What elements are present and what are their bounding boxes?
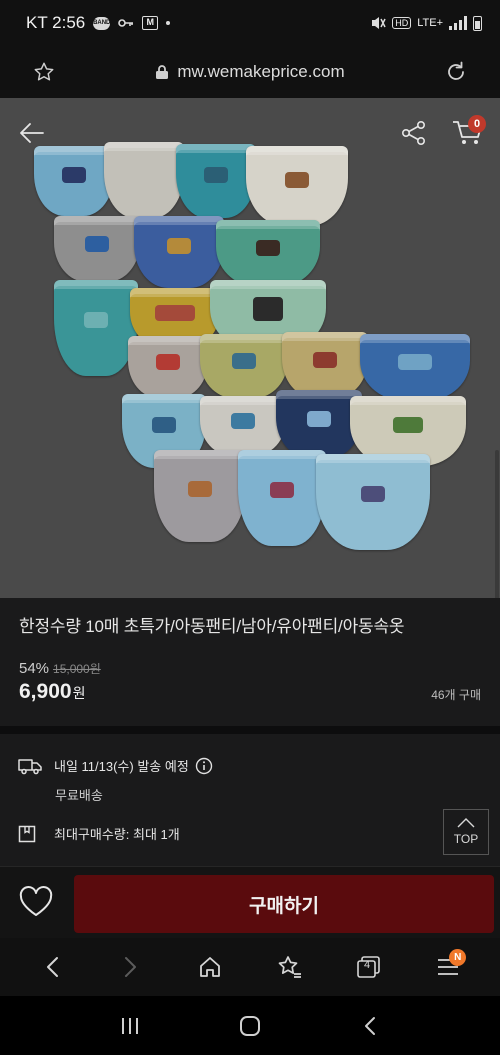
- reload-icon[interactable]: [442, 58, 470, 86]
- bookmark-star-icon[interactable]: [30, 58, 58, 86]
- scrollbar[interactable]: [495, 450, 499, 598]
- product-photo: [0, 98, 500, 598]
- purchase-bar: 구매하기: [0, 866, 500, 938]
- product-image[interactable]: 0: [0, 98, 500, 598]
- hd-voice-icon: HD: [392, 17, 412, 29]
- band-icon: BAND: [93, 16, 110, 30]
- browser-back-icon[interactable]: [32, 947, 72, 987]
- price-unit: 원: [72, 685, 86, 701]
- home-icon[interactable]: [190, 947, 230, 987]
- ship-date-text: 내일 11/13(수) 발송 예정: [54, 759, 189, 774]
- signal-icon: [449, 16, 467, 30]
- product-info: 한정수량 10매 초특가/아동팬티/남아/유아팬티/아동속옷 54% 15,000…: [0, 598, 500, 726]
- back-arrow-icon[interactable]: [18, 119, 46, 147]
- scroll-top-button[interactable]: TOP: [443, 809, 489, 855]
- browser-url-bar: mw.wemakeprice.com: [0, 46, 500, 98]
- original-price: 15,000원: [53, 662, 101, 676]
- address-field[interactable]: mw.wemakeprice.com: [58, 62, 442, 82]
- home-button-icon[interactable]: [230, 1006, 270, 1046]
- battery-icon: [473, 15, 482, 31]
- browser-forward-icon[interactable]: [111, 947, 151, 987]
- max-qty-text: 최대구매수량: 최대 1개: [54, 827, 180, 842]
- key-icon: [118, 19, 134, 27]
- system-back-icon[interactable]: [350, 1006, 390, 1046]
- max-qty-row: 최대구매수량: 최대 1개: [18, 824, 180, 843]
- wishlist-heart-icon[interactable]: [18, 886, 54, 920]
- sold-count: 46개 구매: [431, 688, 481, 702]
- browser-toolbar: 4 N: [0, 938, 500, 996]
- sale-price: 6,900원: [19, 680, 85, 704]
- more-notifications-icon: [166, 21, 171, 25]
- box-icon: [18, 825, 36, 842]
- recent-apps-icon[interactable]: [110, 1006, 150, 1046]
- free-shipping-text: 무료배송: [55, 788, 103, 803]
- bookmarks-icon[interactable]: [270, 947, 310, 987]
- share-icon[interactable]: [400, 119, 428, 147]
- tabs-count: 4: [363, 959, 371, 971]
- discount-line: 54% 15,000원: [19, 660, 101, 677]
- status-time: KT 2:56: [26, 13, 86, 32]
- product-title: 한정수량 10매 초특가/아동팬티/남아/유아팬티/아동속옷: [19, 617, 405, 636]
- price-value: 6,900: [19, 680, 72, 703]
- info-icon[interactable]: [195, 757, 213, 775]
- chevron-up-icon: [457, 818, 475, 828]
- top-label: TOP: [453, 832, 479, 846]
- mail-icon: M: [142, 16, 159, 30]
- cart-button[interactable]: 0: [450, 115, 486, 147]
- divider: [0, 726, 500, 734]
- tabs-icon[interactable]: 4: [349, 947, 389, 987]
- network-type: LTE+: [417, 17, 443, 29]
- delivery-section: 내일 11/13(수) 발송 예정 무료배송 최대구매수량: 최대 1개 TOP: [0, 734, 500, 866]
- ship-date-row: 내일 11/13(수) 발송 예정: [18, 756, 213, 775]
- url-text: mw.wemakeprice.com: [177, 62, 345, 81]
- new-badge: N: [449, 949, 467, 966]
- truck-icon: [18, 758, 42, 774]
- menu-icon[interactable]: N: [428, 947, 468, 987]
- cart-count-badge: 0: [468, 115, 486, 133]
- discount-rate: 54%: [19, 660, 50, 677]
- buy-button[interactable]: 구매하기: [74, 875, 494, 933]
- mute-icon: [372, 17, 386, 29]
- system-navigation-bar: [0, 996, 500, 1055]
- status-bar: KT 2:56 BAND M HD LTE+: [0, 0, 500, 46]
- lock-icon: [156, 65, 169, 79]
